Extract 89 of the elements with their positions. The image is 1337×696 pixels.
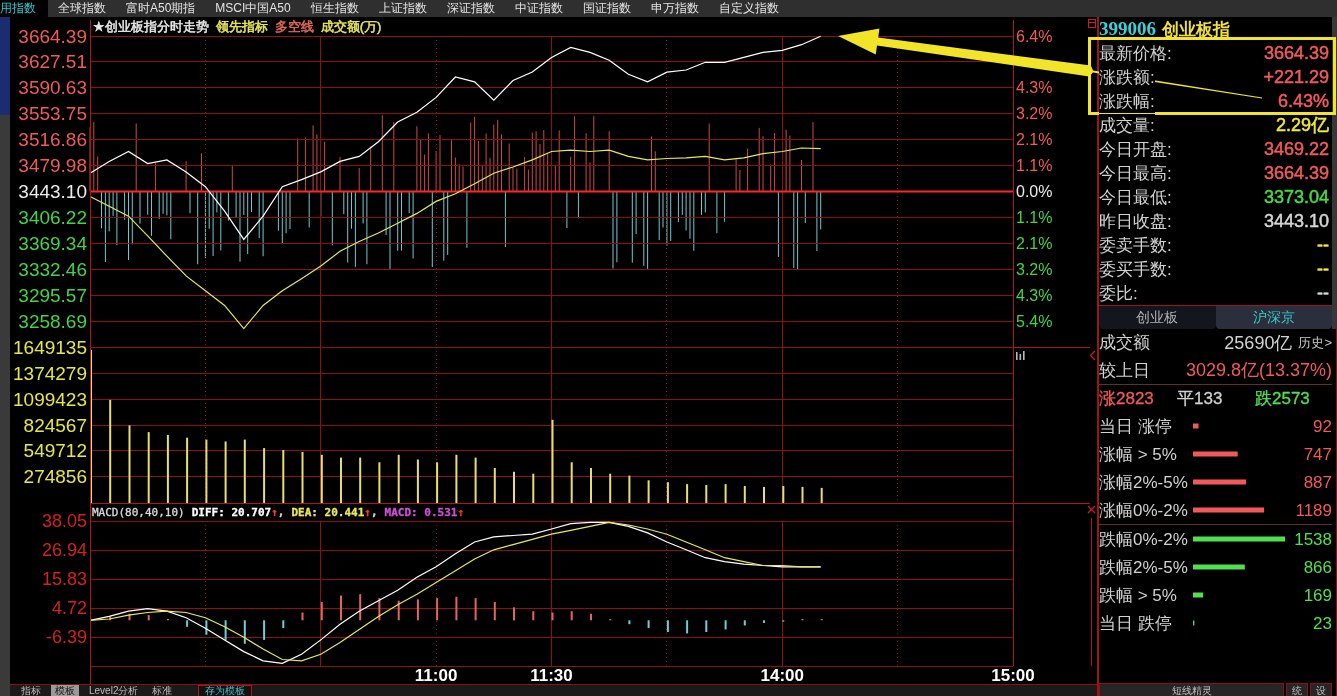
axis-label: 1.1% [1016, 208, 1053, 226]
category-label: 涨幅0%-2% [1099, 500, 1188, 520]
quote-label: 成交量: [1099, 113, 1155, 137]
time-label: 11:00 [414, 665, 458, 685]
turnover-label: 成交额 [1099, 332, 1150, 354]
axis-label: 2.1% [1016, 234, 1053, 252]
category-label: 跌幅0%-2% [1099, 529, 1188, 549]
axis-label: 2.1% [1016, 131, 1053, 149]
quote-value: 3373.04 [1263, 189, 1329, 205]
axis-label: 3664.39 [18, 25, 87, 47]
axis-label: 3.2% [1016, 260, 1053, 278]
quote-value: 3443.10 [1263, 213, 1329, 229]
category-label: 涨幅2%-5% [1099, 472, 1188, 492]
quote-value: 2.29亿 [1275, 117, 1329, 133]
axis-label: 1.1% [1016, 157, 1053, 175]
change-value: 3029.8亿(13.37%) [1185, 359, 1332, 382]
value-label: 1189 [1295, 500, 1332, 520]
category-label: 跌幅2%-5% [1099, 557, 1188, 577]
turnover-value: 25690亿 [1224, 331, 1293, 355]
quote-label: 委卖手数: [1099, 233, 1172, 257]
quote-value: 6.43% [1277, 93, 1329, 109]
legend-label: 成交额(万) [320, 19, 382, 34]
quote-value: -- [1317, 237, 1329, 253]
advance-decline-count: 跌2573 [1255, 388, 1311, 410]
axis-label: 3590.63 [18, 77, 87, 99]
axis-label: 1649135 [13, 336, 87, 358]
axis-label: -6.39 [45, 627, 87, 647]
axis-label: 4.3% [1016, 79, 1053, 97]
axis-label: 3258.69 [18, 310, 87, 332]
value-label: 1538 [1294, 529, 1332, 549]
value-label: 866 [1303, 557, 1332, 577]
quote-value: 3664.39 [1263, 165, 1329, 181]
quote-label: 委比: [1099, 281, 1138, 305]
axis-label: 3295.57 [18, 284, 87, 306]
axis-label: 15.83 [41, 569, 87, 589]
quote-label: 涨跌额: [1099, 65, 1155, 89]
axis-label: 3.2% [1016, 105, 1053, 123]
axis-label: 0.0% [1016, 183, 1053, 200]
value-label: 747 [1303, 444, 1332, 464]
stock-name: 创业板指 [1162, 18, 1230, 41]
axis-label: 3553.75 [18, 103, 87, 125]
quote-value: +221.29 [1263, 69, 1329, 85]
axis-label: 824567 [23, 414, 87, 436]
value-label: 169 [1303, 585, 1332, 605]
axis-label: 549712 [23, 440, 87, 462]
category-label: 当日 跌停 [1099, 613, 1172, 633]
axis-label: 6.4% [1016, 27, 1053, 45]
axis-label: 3627.51 [18, 51, 87, 73]
indicator-name: MACD(80,40,10) [92, 505, 185, 519]
chart-title: ★创业板指分时走势 [93, 19, 209, 34]
advance-decline-count: 涨2823 [1099, 388, 1155, 410]
quote-value: 3664.39 [1263, 45, 1329, 61]
value-label: 92 [1313, 416, 1332, 436]
value-label: 887 [1303, 472, 1332, 492]
axis-label: 5.4% [1016, 312, 1053, 330]
axis-label: 3516.86 [18, 129, 87, 151]
axis-label: 26.94 [41, 540, 87, 560]
category-label: 涨幅 > 5% [1099, 444, 1177, 464]
quote-value: -- [1317, 261, 1329, 277]
axis-label: 3332.46 [18, 258, 87, 280]
axis-label: 3369.34 [18, 232, 87, 254]
category-label: 跌幅 > 5% [1099, 585, 1177, 605]
quote-value: 3469.22 [1263, 141, 1329, 157]
advance-decline-count: 平133 [1177, 388, 1224, 410]
axis-label: 4.72 [51, 598, 87, 618]
quote-label: 委买手数: [1099, 257, 1172, 281]
quote-value: -- [1317, 285, 1329, 301]
indicator-value: DEA: 20.441↑, [291, 505, 378, 519]
axis-label: 3406.22 [18, 206, 87, 228]
axis-label: 3443.10 [18, 181, 87, 202]
axis-label: 3479.98 [18, 155, 87, 177]
axis-label: 1099423 [13, 388, 87, 410]
axis-label: 38.05 [41, 511, 87, 531]
legend-label: 领先指标 [215, 19, 268, 34]
legend-label: 多空线 [274, 19, 314, 34]
indicator-value: DIFF: 20.707↑, [191, 505, 285, 519]
time-label: 15:00 [991, 665, 1035, 685]
quote-label: 今日最高: [1099, 161, 1172, 185]
value-label: 23 [1313, 613, 1332, 633]
quote-label: 最新价格: [1099, 41, 1172, 65]
axis-label: 4.3% [1016, 286, 1053, 304]
category-label: 当日 涨停 [1099, 416, 1172, 436]
time-label: 14:00 [760, 665, 804, 685]
change-label: 较上日 [1099, 359, 1150, 382]
axis-label: 1374279 [13, 362, 87, 384]
axis-label: 274856 [23, 466, 87, 488]
indicator-value: MACD: 0.531↑ [384, 505, 465, 519]
stock-code: 399006 [1099, 18, 1156, 40]
time-label: 11:30 [530, 665, 573, 685]
